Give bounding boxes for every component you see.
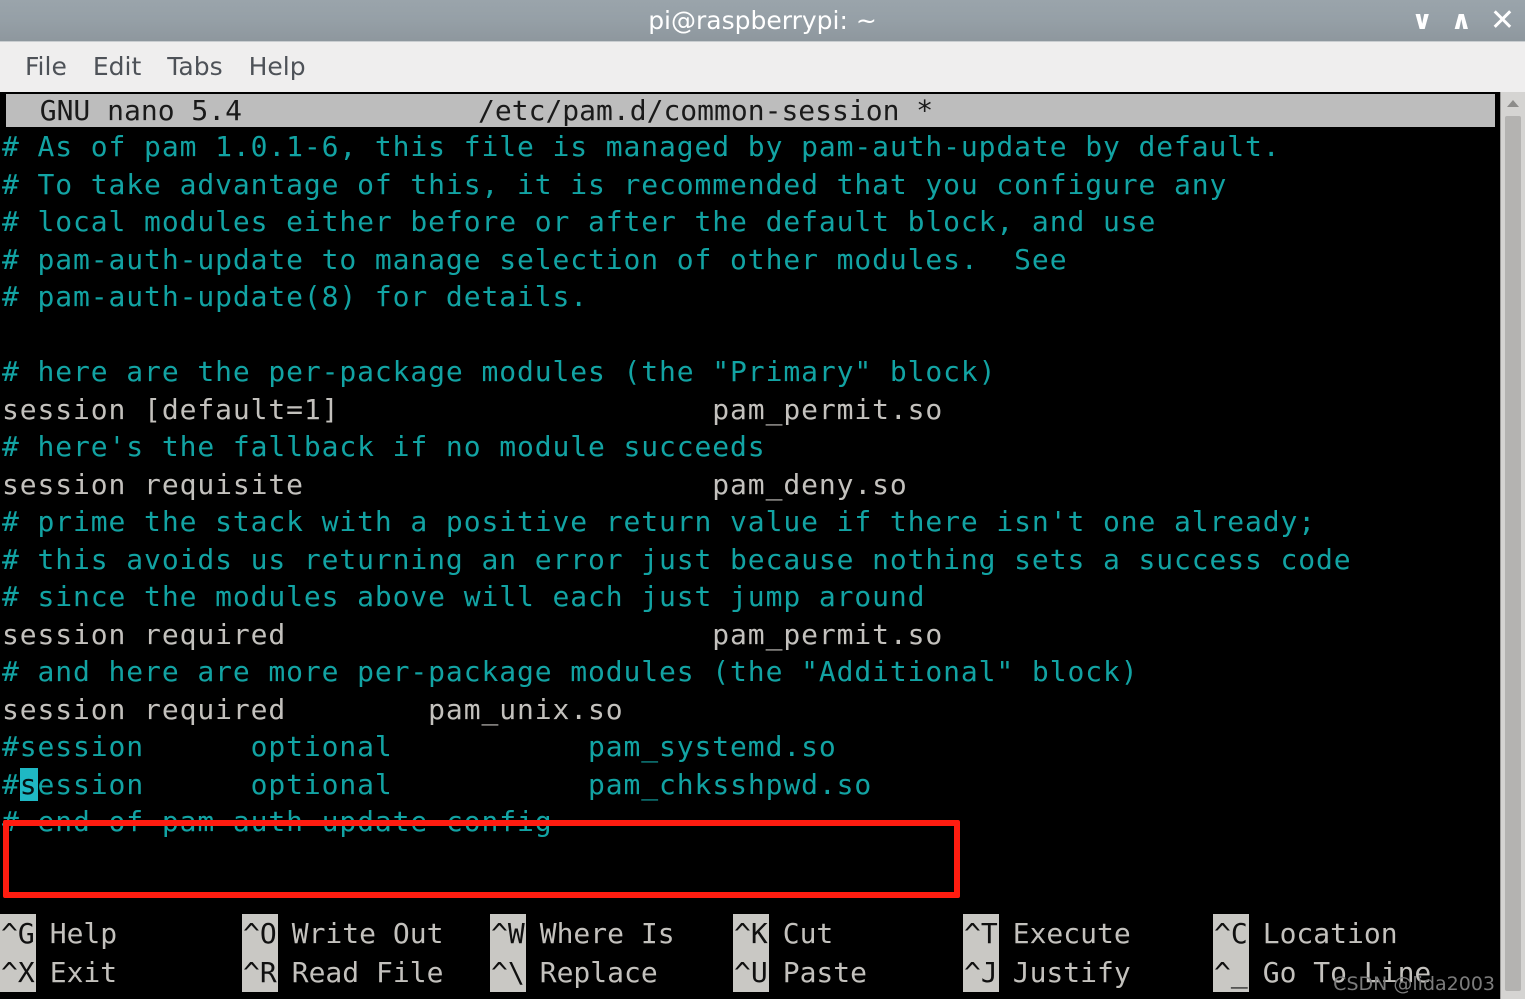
shortcut-key: ^O [242,914,278,953]
shortcut-where-is[interactable]: ^W Where Is [490,914,675,953]
shortcut-key: ^C [1213,914,1249,953]
terminal-window: pi@raspberrypi: ~ ∨ ∧ ✕ File Edit Tabs H… [0,0,1525,999]
shortcut-label: Read File [291,956,444,989]
shortcut-label: Where Is [539,917,675,950]
editor-text-area[interactable]: # As of pam 1.0.1-6, this file is manage… [0,128,1500,841]
scrollbar-thumb[interactable] [1505,116,1521,991]
close-icon[interactable]: ✕ [1490,5,1515,35]
shortcut-label: Justify [1012,956,1131,989]
menu-item-file[interactable]: File [12,50,80,85]
shortcut-label: Location [1262,917,1398,950]
editor-line[interactable]: #session optional pam_systemd.so [0,728,1500,766]
shortcut-help[interactable]: ^G Help [0,914,117,953]
shortcut-paste[interactable]: ^U Paste [733,953,867,992]
window-title: pi@raspberrypi: ~ [648,6,877,35]
shortcut-key: ^J [963,953,999,992]
editor-line[interactable]: session required pam_unix.so [0,691,1500,729]
window-titlebar: pi@raspberrypi: ~ ∨ ∧ ✕ [0,0,1525,41]
nano-shortcut-bar: ^G Help ^O Write Out ^W Where Is ^K Cut ^T Execut… [0,914,1500,999]
shortcut-key: ^W [490,914,526,953]
window-controls: ∨ ∧ ✕ [1412,0,1515,41]
menu-item-edit[interactable]: Edit [80,50,154,85]
terminal-content[interactable]: GNU nano 5.4 /etc/pam.d/common-session *… [0,92,1525,999]
minimize-icon[interactable]: ∨ [1412,8,1433,34]
shortcut-read-file[interactable]: ^R Read File [242,953,443,992]
shortcut-exit[interactable]: ^X Exit [0,953,117,992]
shortcut-label: Paste [782,956,868,989]
scroll-up-arrow-icon[interactable] [1501,92,1525,114]
shortcut-replace[interactable]: ^\ Replace [490,953,658,992]
vertical-scrollbar[interactable] [1500,92,1525,999]
editor-line[interactable]: # To take advantage of this, it is recom… [0,166,1500,204]
shortcut-row-2: ^X Exit ^R Read File ^\ Replace ^U Paste ^J Justi… [0,953,1500,992]
text-cursor: s [19,767,38,801]
menu-item-help[interactable]: Help [236,50,319,85]
shortcut-label: Replace [539,956,658,989]
shortcut-key: ^X [0,953,36,992]
editor-line[interactable]: #session optional pam_chksshpwd.so [0,766,1500,804]
shortcut-key: ^_ [1213,953,1249,992]
shortcut-execute[interactable]: ^T Execute [963,914,1131,953]
shortcut-key: ^K [733,914,769,953]
editor-line[interactable]: # this avoids us returning an error just… [0,541,1500,579]
editor-line[interactable]: # local modules either before or after t… [0,203,1500,241]
shortcut-key: ^T [963,914,999,953]
editor-line[interactable]: # since the modules above will each just… [0,578,1500,616]
editor-line[interactable]: # here are the per-package modules (the … [0,353,1500,391]
nano-title-bar: GNU nano 5.4 /etc/pam.d/common-session * [6,94,1495,127]
editor-line[interactable] [0,316,1500,354]
shortcut-key: ^G [0,914,36,953]
shortcut-key: ^\ [490,953,526,992]
editor-line[interactable]: session [default=1] pam_permit.so [0,391,1500,429]
editor-line[interactable]: # here's the fallback if no module succe… [0,428,1500,466]
shortcut-cut[interactable]: ^K Cut [733,914,833,953]
menu-item-tabs[interactable]: Tabs [154,50,235,85]
shortcut-location[interactable]: ^C Location [1213,914,1398,953]
shortcut-label: Cut [782,917,834,950]
shortcut-justify[interactable]: ^J Justify [963,953,1131,992]
shortcut-key: ^R [242,953,278,992]
editor-line[interactable]: # pam-auth-update(8) for details. [0,278,1500,316]
shortcut-label: Write Out [291,917,444,950]
editor-line[interactable]: # prime the stack with a positive return… [0,503,1500,541]
watermark: CSDN @lida2003 [1333,973,1495,995]
editor-line[interactable]: # As of pam 1.0.1-6, this file is manage… [0,128,1500,166]
shortcut-key: ^U [733,953,769,992]
menu-bar: File Edit Tabs Help [0,41,1525,92]
editor-line[interactable]: session required pam_permit.so [0,616,1500,654]
shortcut-write-out[interactable]: ^O Write Out [242,914,443,953]
editor-line[interactable]: # end of pam-auth-update config [0,803,1500,841]
maximize-icon[interactable]: ∧ [1451,8,1472,34]
editor-line[interactable]: # pam-auth-update to manage selection of… [0,241,1500,279]
shortcut-label: Exit [49,956,118,989]
editor-line[interactable]: session requisite pam_deny.so [0,466,1500,504]
editor-line[interactable]: # and here are more per-package modules … [0,653,1500,691]
shortcut-row-1: ^G Help ^O Write Out ^W Where Is ^K Cut ^T Execut… [0,914,1500,953]
shortcut-label: Execute [1012,917,1131,950]
shortcut-label: Help [49,917,118,950]
